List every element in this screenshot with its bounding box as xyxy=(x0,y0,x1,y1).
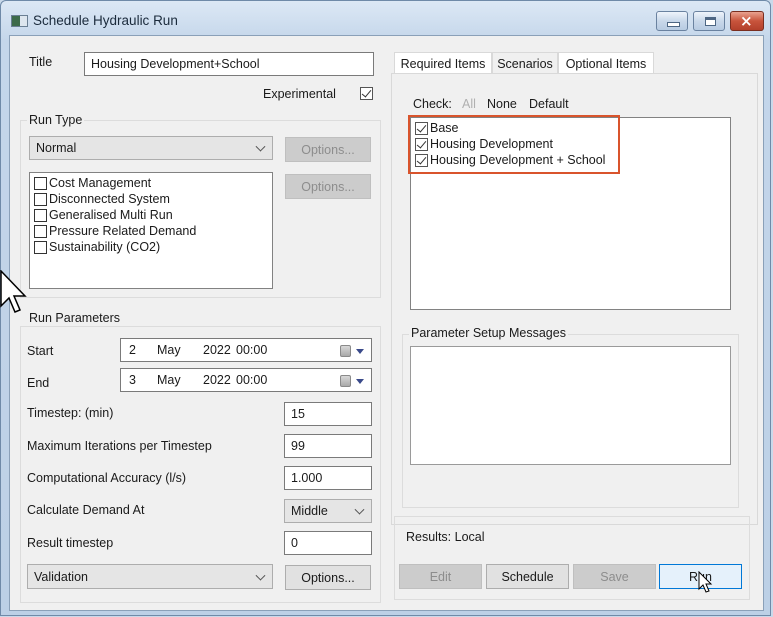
list-item[interactable]: Sustainability (CO2) xyxy=(34,239,160,255)
timestep-input[interactable]: 15 xyxy=(284,402,372,426)
demand-label: Calculate Demand At xyxy=(27,503,145,517)
validation-options-button[interactable]: Options... xyxy=(285,565,371,590)
dialog-client: Title Housing Development+School Experim… xyxy=(9,35,764,611)
accuracy-input[interactable]: 1.000 xyxy=(284,466,372,490)
chevron-down-icon xyxy=(255,570,266,581)
end-month[interactable]: May xyxy=(157,373,181,387)
timestep-label: Timestep: (min) xyxy=(27,406,114,420)
validation-select-value: Validation xyxy=(34,569,88,584)
validation-select[interactable]: Validation xyxy=(27,564,273,589)
result-timestep-value: 0 xyxy=(291,536,298,550)
checkbox[interactable] xyxy=(34,192,47,206)
tab-required-items[interactable]: Required Items xyxy=(394,52,492,74)
check-all-link[interactable]: All xyxy=(462,97,476,111)
run-type-select[interactable]: Normal xyxy=(29,136,273,160)
end-year[interactable]: 2022 xyxy=(203,373,231,387)
checkbox[interactable] xyxy=(34,224,47,238)
maximize-button[interactable] xyxy=(693,11,725,31)
list-item-label: Sustainability (CO2) xyxy=(49,240,161,254)
checkbox[interactable] xyxy=(34,240,47,254)
dropdown-arrow-icon[interactable] xyxy=(356,349,364,354)
title-input-value: Housing Development+School xyxy=(91,57,260,71)
minimize-icon xyxy=(667,22,680,27)
edit-button[interactable]: Edit xyxy=(399,564,482,589)
start-label: Start xyxy=(27,344,54,358)
max-iterations-value: 99 xyxy=(291,439,305,453)
check-none-link[interactable]: None xyxy=(487,97,517,111)
run-type-group-title: Run Type xyxy=(27,113,85,127)
schedule-button[interactable]: Schedule xyxy=(486,564,569,589)
accuracy-label: Computational Accuracy (l/s) xyxy=(27,471,187,485)
dropdown-arrow-icon[interactable] xyxy=(356,379,364,384)
title-label: Title xyxy=(29,55,53,69)
check-default-link[interactable]: Default xyxy=(529,97,569,111)
close-icon: × xyxy=(740,12,753,30)
list-item-label: Disconnected System xyxy=(49,192,170,206)
list-item[interactable]: Pressure Related Demand xyxy=(34,223,196,239)
start-date-picker[interactable]: 2 May 2022 00:00 xyxy=(120,338,372,362)
maximize-icon xyxy=(705,17,716,26)
list-item[interactable]: Generalised Multi Run xyxy=(34,207,173,223)
chevron-down-icon xyxy=(354,504,365,515)
calendar-icon[interactable] xyxy=(340,345,351,357)
title-bar[interactable]: Schedule Hydraulic Run × xyxy=(1,1,770,35)
list-item[interactable]: Cost Management xyxy=(34,175,151,191)
tab-optional-items[interactable]: Optional Items xyxy=(558,52,654,74)
end-date-picker[interactable]: 3 May 2022 00:00 xyxy=(120,368,372,392)
demand-select-value: Middle xyxy=(291,504,328,518)
end-label: End xyxy=(27,376,50,390)
chevron-down-icon xyxy=(255,141,266,152)
result-timestep-label: Result timestep xyxy=(27,536,114,550)
accuracy-value: 1.000 xyxy=(291,471,323,485)
messages-box[interactable] xyxy=(410,346,731,465)
run-type-select-value: Normal xyxy=(36,141,77,155)
run-type-options-button[interactable]: Options... xyxy=(285,137,371,162)
window-title: Schedule Hydraulic Run xyxy=(33,13,178,28)
max-iterations-input[interactable]: 99 xyxy=(284,434,372,458)
mouse-cursor-icon xyxy=(698,571,713,593)
start-year[interactable]: 2022 xyxy=(203,343,231,357)
checkbox[interactable] xyxy=(34,176,47,190)
scenario-highlight-box xyxy=(408,115,620,174)
minimize-button[interactable] xyxy=(656,11,688,31)
results-label: Results: Local xyxy=(406,530,485,544)
end-time[interactable]: 00:00 xyxy=(236,373,267,387)
experimental-checkbox[interactable] xyxy=(360,87,373,100)
dialog-window: Schedule Hydraulic Run × Title Housing D… xyxy=(0,0,771,616)
app-icon xyxy=(11,15,28,27)
start-month[interactable]: May xyxy=(157,343,181,357)
save-button[interactable]: Save xyxy=(573,564,656,589)
calendar-icon[interactable] xyxy=(340,375,351,387)
scenarios-panel: Check: All None Default Base Housing Dev… xyxy=(391,73,758,525)
run-type-addon-list[interactable]: Cost Management Disconnected System Gene… xyxy=(29,172,273,289)
messages-group-title: Parameter Setup Messages xyxy=(409,326,568,340)
list-item-label: Pressure Related Demand xyxy=(49,224,197,238)
addon-options-button[interactable]: Options... xyxy=(285,174,371,199)
max-iterations-label: Maximum Iterations per Timestep xyxy=(27,439,212,453)
start-time[interactable]: 00:00 xyxy=(236,343,267,357)
checkbox[interactable] xyxy=(34,208,47,222)
title-input[interactable]: Housing Development+School xyxy=(84,52,374,76)
start-day[interactable]: 2 xyxy=(129,343,136,357)
timestep-value: 15 xyxy=(291,407,305,421)
mouse-cursor-icon xyxy=(0,270,27,313)
list-item[interactable]: Disconnected System xyxy=(34,191,170,207)
tab-scenarios[interactable]: Scenarios xyxy=(492,52,558,74)
check-label: Check: xyxy=(413,97,452,111)
close-button[interactable]: × xyxy=(730,11,764,31)
end-day[interactable]: 3 xyxy=(129,373,136,387)
run-parameters-group-title: Run Parameters xyxy=(27,311,123,325)
result-timestep-input[interactable]: 0 xyxy=(284,531,372,555)
demand-select[interactable]: Middle xyxy=(284,499,372,523)
list-item-label: Cost Management xyxy=(49,176,152,190)
list-item-label: Generalised Multi Run xyxy=(49,208,173,222)
experimental-label: Experimental xyxy=(263,87,336,101)
